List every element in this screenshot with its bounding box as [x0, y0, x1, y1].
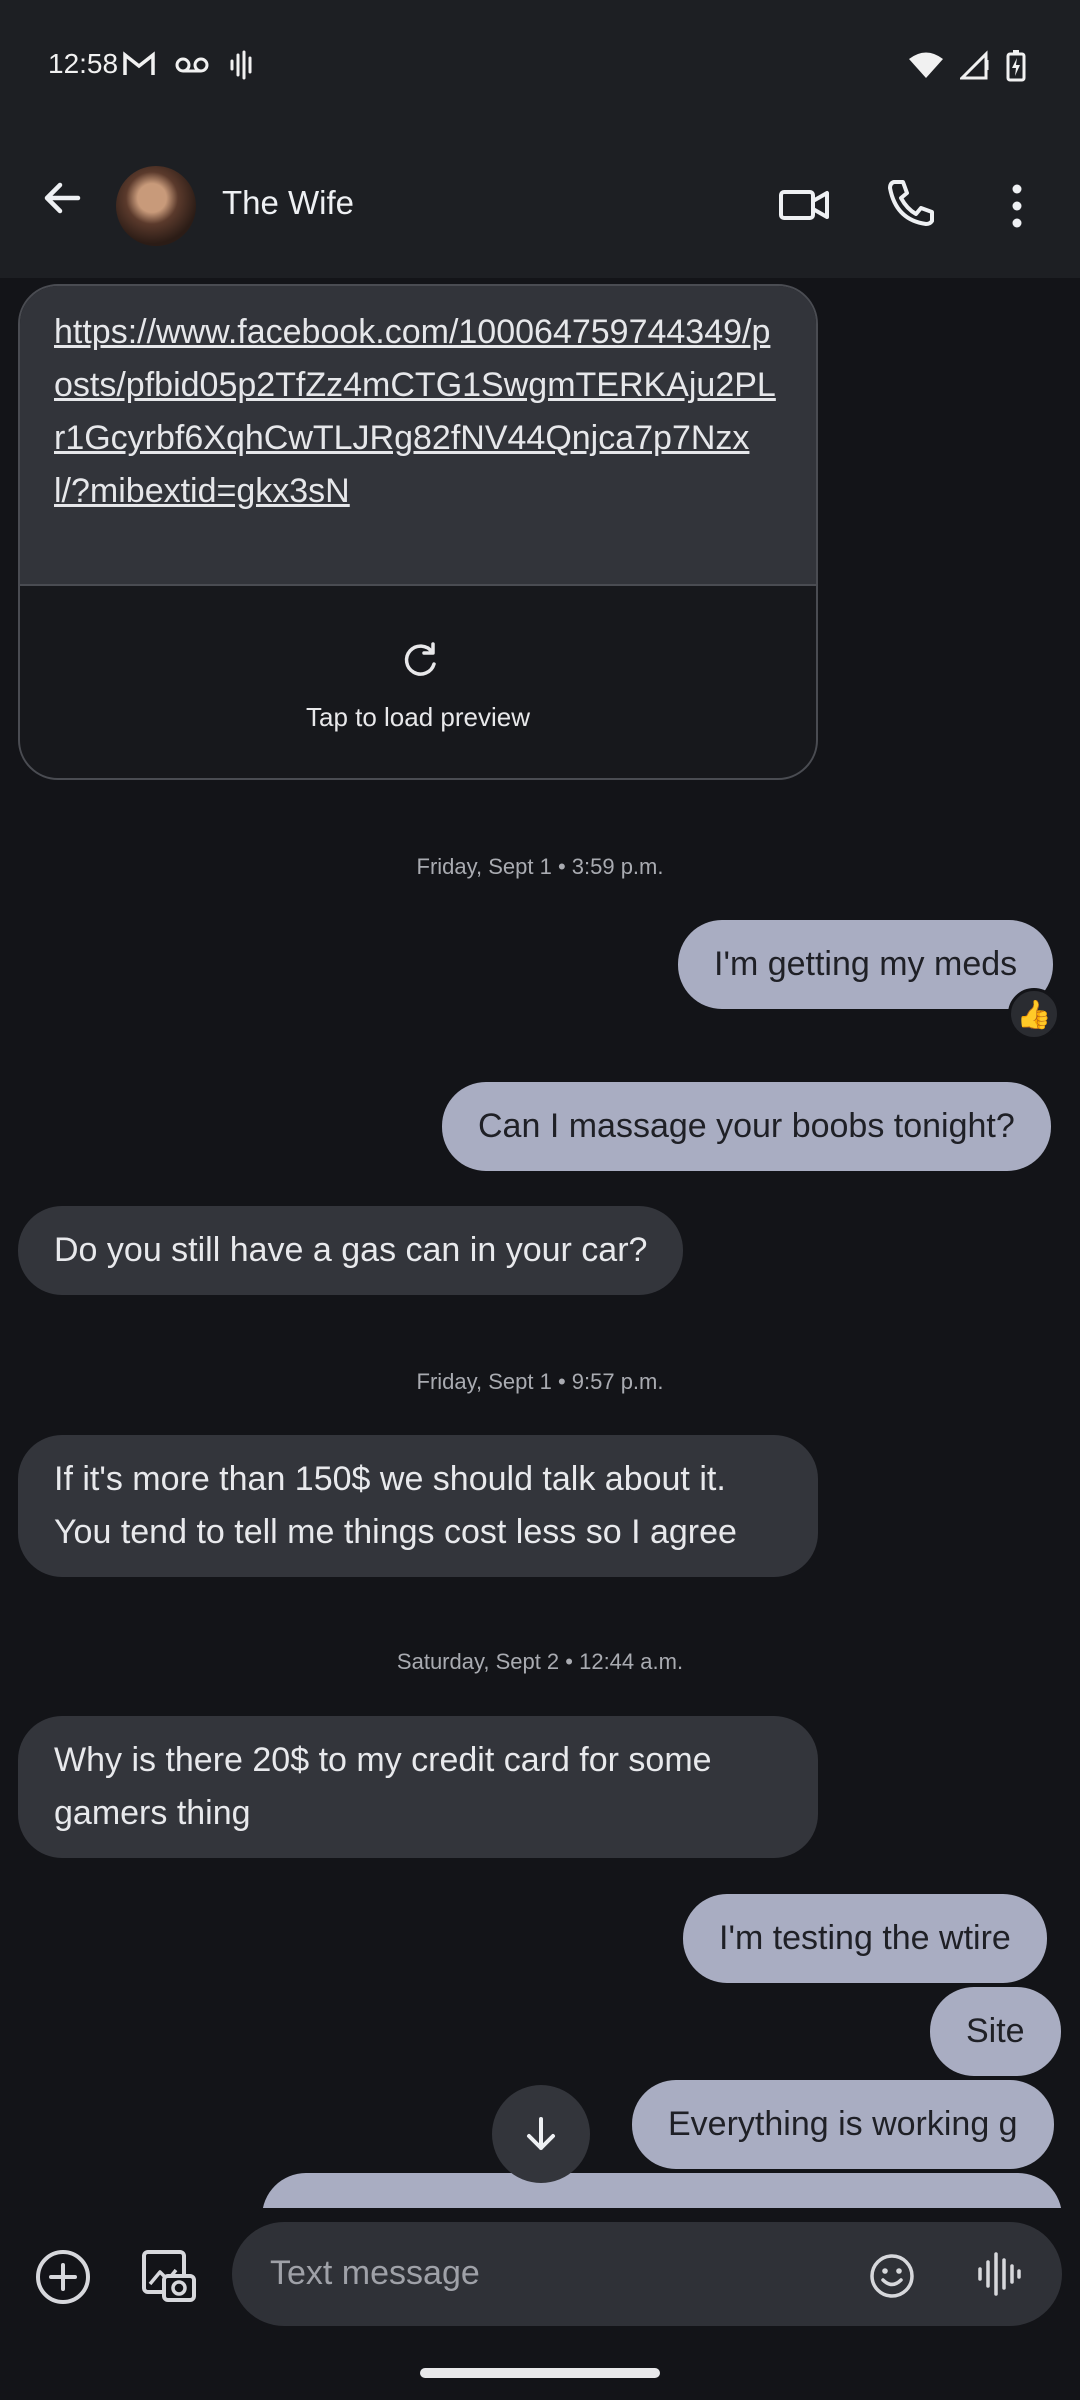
sound-wave-icon	[230, 50, 252, 80]
link-message-card[interactable]: https://www.facebook.com/100064759744349…	[18, 284, 818, 780]
outgoing-message-partial[interactable]	[262, 2173, 1062, 2208]
home-indicator[interactable]	[420, 2368, 660, 2378]
conversation-header: The Wife	[0, 136, 1080, 278]
status-time: 12:58	[48, 48, 119, 79]
add-attachment-icon[interactable]	[34, 2248, 92, 2306]
arrow-down-icon	[527, 2117, 555, 2150]
signal-icon	[960, 50, 989, 80]
gmail-icon	[123, 51, 155, 75]
input-placeholder: Text message	[270, 2254, 480, 2292]
link-text-area: https://www.facebook.com/100064759744349…	[20, 286, 816, 586]
timestamp: Friday, Sept 1 • 3:59 p.m.	[416, 854, 664, 879]
composer: Text message	[0, 2208, 1080, 2400]
wifi-icon	[909, 52, 943, 78]
messages-screen: 12:58 The Wife https://www.facebook.com/…	[0, 0, 1080, 2400]
system-icons	[908, 50, 1026, 82]
phone-call-icon[interactable]	[886, 176, 936, 228]
message-thread[interactable]: https://www.facebook.com/100064759744349…	[0, 278, 1080, 2208]
contact-name[interactable]: The Wife	[222, 184, 354, 222]
scroll-to-bottom-button[interactable]	[492, 2085, 590, 2183]
refresh-icon	[404, 642, 436, 676]
voice-message-icon[interactable]	[976, 2250, 1022, 2298]
gallery-camera-icon[interactable]	[140, 2246, 198, 2306]
preview-label: Tap to load preview	[305, 702, 531, 732]
incoming-message[interactable]: If it's more than 150$ we should talk ab…	[18, 1435, 818, 1577]
status-bar: 12:58	[0, 0, 1080, 136]
video-call-icon[interactable]	[778, 180, 830, 228]
emoji-icon[interactable]	[868, 2252, 916, 2300]
text-message-input[interactable]: Text message	[232, 2222, 1062, 2326]
thumbs-up-reaction[interactable]: 👍	[1008, 988, 1060, 1040]
notification-icons	[122, 50, 256, 80]
load-preview-button[interactable]: Tap to load preview	[20, 588, 816, 778]
outgoing-message[interactable]: Everything is working g	[632, 2080, 1054, 2169]
timestamp: Saturday, Sept 2 • 12:44 a.m.	[396, 1649, 684, 1674]
more-options-icon[interactable]	[1000, 184, 1034, 228]
incoming-message[interactable]: Why is there 20$ to my credit card for s…	[18, 1716, 818, 1858]
battery-charging-icon	[1006, 50, 1026, 82]
outgoing-message[interactable]: Site	[930, 1987, 1061, 2076]
voicemail-icon	[175, 57, 209, 73]
timestamp: Friday, Sept 1 • 9:57 p.m.	[416, 1369, 664, 1394]
outgoing-message[interactable]: Can I massage your boobs tonight?	[442, 1082, 1051, 1171]
incoming-message[interactable]: Do you still have a gas can in your car?	[18, 1206, 684, 1295]
contact-avatar[interactable]	[116, 166, 196, 246]
link-url[interactable]: https://www.facebook.com/100064759744349…	[54, 306, 782, 518]
back-arrow-icon[interactable]	[38, 174, 86, 222]
outgoing-message[interactable]: I'm testing the wtire	[683, 1894, 1047, 1983]
outgoing-message[interactable]: I'm getting my meds	[678, 920, 1054, 1009]
